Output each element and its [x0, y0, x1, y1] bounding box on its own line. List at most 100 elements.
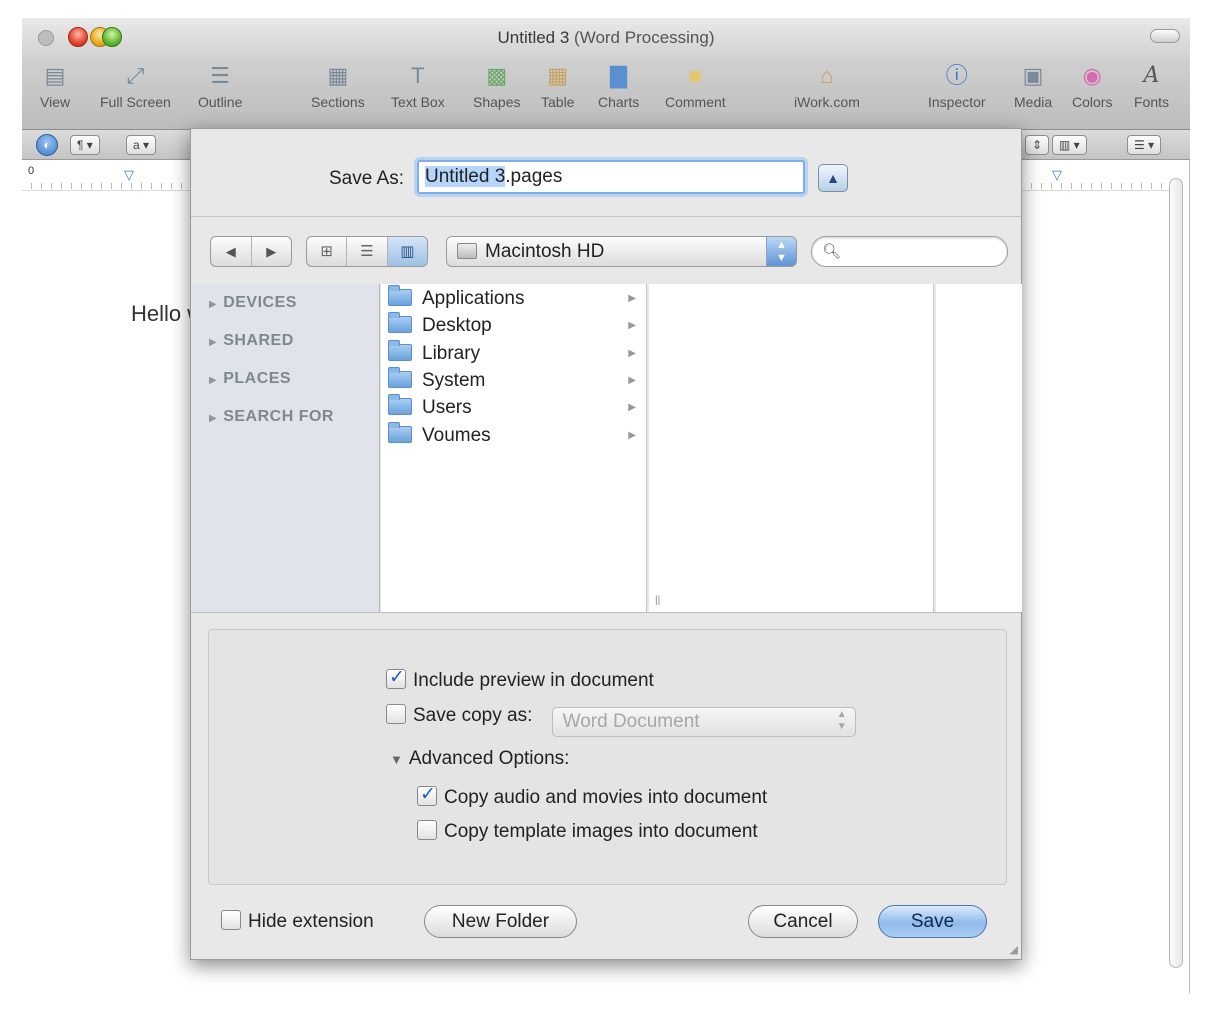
toolbar-toggle-button[interactable] [1150, 29, 1180, 43]
collapse-sheet-button[interactable]: ▲ [818, 164, 848, 192]
paragraph-style-popup[interactable]: ¶ ▾ [70, 135, 100, 155]
toolbar-full-screen[interactable]: ⤢ Full Screen [100, 62, 171, 110]
file-name: Users [422, 397, 472, 418]
list-item[interactable]: System ▶ [388, 367, 644, 394]
media-icon: ▣ [1022, 63, 1044, 88]
sidebar-item-places[interactable]: ▶ PLACES [209, 370, 291, 388]
disclosure-arrow-icon: ▶ [628, 430, 636, 441]
copy-template-checkbox[interactable] [417, 820, 437, 840]
list-item[interactable]: Voumes ▶ [388, 422, 644, 449]
list-item[interactable]: Applications ▶ [388, 285, 644, 312]
toolbar-charts[interactable]: ▇ Charts [598, 62, 639, 110]
forward-arrow-icon: ▶ [266, 244, 277, 259]
cancel-button[interactable]: Cancel [748, 905, 858, 938]
list-view-button[interactable]: ☰ [346, 237, 386, 266]
sidebar-search-for-label: SEARCH FOR [223, 408, 334, 425]
resize-grip-icon[interactable]: ◢ [1010, 943, 1018, 956]
toolbar-colors-label: Colors [1072, 94, 1113, 110]
disclosure-triangle-icon: ▶ [209, 337, 218, 348]
sidebar: ▶ DEVICES ▶ SHARED ▶ PLACES ▶ SEARCH FOR [192, 284, 380, 612]
location-popup[interactable]: Macintosh HD ▲ ▼ [446, 236, 797, 267]
toolbar-table[interactable]: ▦ Table [541, 62, 574, 110]
search-icon: 🔍︎ [822, 243, 842, 260]
toolbar-shapes-label: Shapes [473, 94, 521, 110]
sidebar-item-shared[interactable]: ▶ SHARED [209, 332, 294, 350]
save-copy-format-popup[interactable]: Word Document ▲ ▼ [551, 707, 856, 737]
columns-popup[interactable]: ▥ ▾ [1052, 135, 1087, 155]
popup-arrows-icon: ▲ ▼ [766, 237, 796, 266]
save-as-field[interactable]: Untitled 3.pages [417, 160, 805, 194]
character-style-label: a [133, 138, 140, 152]
right-indent-marker-icon[interactable]: ▽ [1052, 167, 1062, 183]
toolbar-view[interactable]: ▤ View [40, 62, 70, 110]
character-style-popup[interactable]: a ▾ [126, 135, 157, 155]
list-item[interactable]: Users ▶ [388, 394, 644, 421]
window-title: Untitled 3 (Word Processing) [22, 28, 1190, 48]
vertical-scrollbar[interactable] [1169, 178, 1183, 968]
back-button[interactable]: ◀ [211, 237, 251, 266]
columns-stepper[interactable]: ⇕ [1025, 135, 1050, 155]
hide-extension-option[interactable]: Hide extension [221, 910, 374, 933]
filename-selected-text: Untitled 3 [425, 166, 506, 187]
toolbar-text-box[interactable]: T Text Box [391, 62, 445, 110]
toolbar-comment-label: Comment [665, 94, 726, 110]
ruler-zero-label: 0 [28, 165, 35, 177]
shapes-icon: ▩ [486, 63, 508, 88]
left-indent-marker-icon[interactable]: ▽ [124, 167, 134, 183]
options-panel: Include preview in document Save copy as… [208, 629, 1007, 885]
toolbar-media[interactable]: ▣ Media [1014, 62, 1052, 110]
include-preview-option[interactable]: Include preview in document [386, 666, 654, 692]
sidebar-places-label: PLACES [223, 370, 292, 387]
forward-button[interactable]: ▶ [250, 237, 292, 266]
styles-drawer-button[interactable]: ◐ [36, 134, 58, 156]
toolbar-sections[interactable]: ▦ Sections [311, 62, 365, 110]
toolbar-iwork-label: iWork.com [794, 94, 860, 110]
list-view-icon: ☰ [360, 243, 374, 260]
inspector-icon: ⓘ [945, 63, 968, 88]
include-preview-checkbox[interactable] [386, 666, 406, 689]
toolbar-shapes[interactable]: ▩ Shapes [473, 62, 520, 110]
list-item[interactable]: Desktop ▶ [388, 312, 644, 339]
fonts-icon: A [1143, 63, 1160, 88]
disclosure-arrow-icon: ▶ [628, 293, 636, 304]
toolbar-fonts[interactable]: A Fonts [1134, 62, 1169, 110]
toolbar-outline[interactable]: ☰ Outline [198, 62, 242, 110]
copy-template-option[interactable]: Copy template images into document [417, 820, 758, 843]
toolbar-iwork[interactable]: ⌂ iWork.com [794, 62, 860, 110]
disclosure-triangle-icon: ▶ [209, 413, 218, 424]
save-copy-option[interactable]: Save copy as: Word Document ▲ ▼ [386, 704, 856, 737]
toolbar-sections-label: Sections [311, 94, 365, 110]
copy-audio-checkbox[interactable] [417, 783, 437, 806]
paragraph-style-label: ¶ [77, 138, 84, 152]
list-style-popup[interactable]: ☰ ▾ [1127, 135, 1162, 155]
window-title-subtitle: (Word Processing) [574, 28, 715, 47]
browser-column-2: || [649, 284, 934, 612]
sidebar-devices-label: DEVICES [223, 294, 297, 311]
icon-view-button[interactable]: ⊞ [307, 237, 346, 266]
popup-arrows-icon: ▲ ▼ [836, 709, 847, 732]
system-folder-icon [388, 367, 412, 388]
sidebar-item-search-for[interactable]: ▶ SEARCH FOR [209, 408, 334, 426]
column-resize-handle[interactable]: || [655, 595, 660, 606]
toolbar-comment[interactable]: ■ Comment [665, 62, 726, 110]
charts-icon: ▇ [610, 63, 628, 88]
search-input[interactable]: 🔍︎ [811, 236, 1008, 267]
toolbar-inspector[interactable]: ⓘ Inspector [928, 62, 986, 110]
column-view-button[interactable]: ▥ [386, 237, 427, 266]
list-item[interactable]: Library ▶ [388, 340, 644, 367]
include-preview-label: Include preview in document [413, 670, 654, 691]
toolbar-colors[interactable]: ◉ Colors [1072, 62, 1112, 110]
sidebar-item-devices[interactable]: ▶ DEVICES [209, 294, 297, 312]
column-view-icon: ▥ [400, 243, 415, 260]
hide-extension-checkbox[interactable] [221, 910, 241, 930]
filename-extension-text: .pages [505, 166, 563, 187]
applications-folder-icon [388, 285, 412, 306]
new-folder-button[interactable]: New Folder [424, 905, 577, 938]
copy-audio-option[interactable]: Copy audio and movies into document [417, 783, 767, 809]
window-title-name: Untitled 3 [497, 28, 570, 47]
save-copy-checkbox[interactable] [386, 704, 406, 724]
save-button[interactable]: Save [878, 905, 987, 938]
advanced-options-disclosure[interactable]: ▼ Advanced Options: [390, 748, 569, 770]
table-icon: ▦ [547, 63, 569, 88]
toolbar-outline-label: Outline [198, 94, 243, 110]
